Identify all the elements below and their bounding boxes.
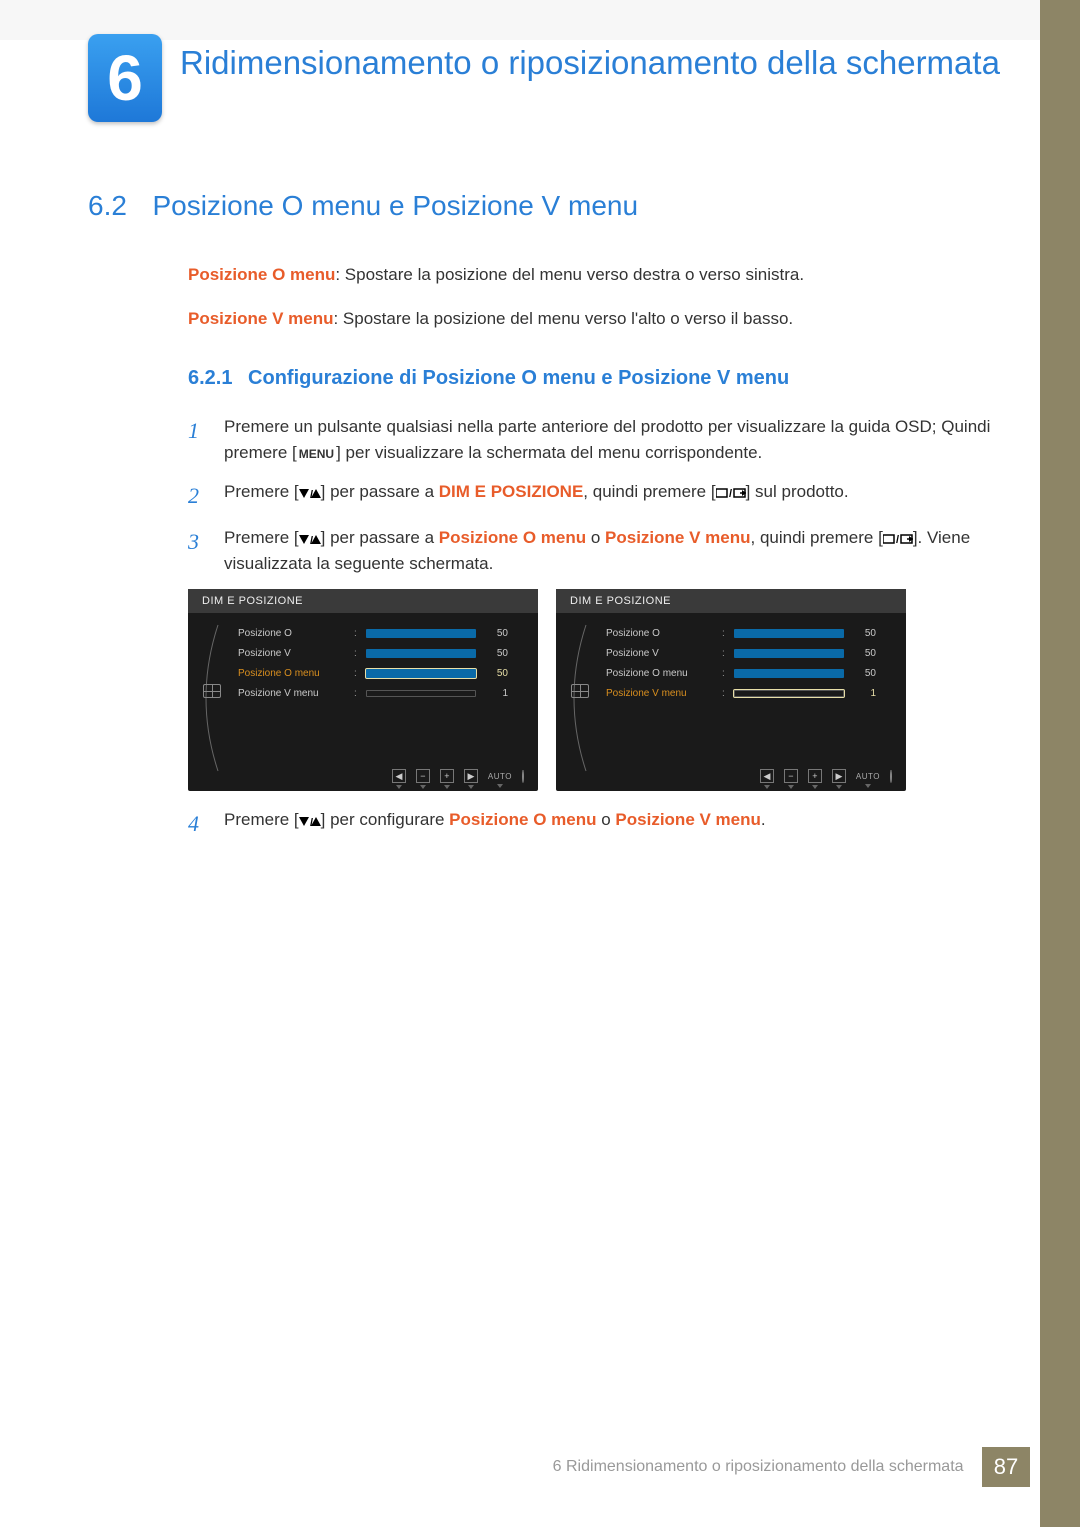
step-3: 3 Premere [/] per passare a Posizione O …: [188, 525, 992, 578]
osd-row: Posizione O:50: [606, 623, 892, 643]
left-button-icon: ◀: [760, 769, 774, 783]
plus-button-icon: +: [808, 769, 822, 783]
down-up-triangle-icon: /: [299, 482, 321, 501]
step-1: 1 Premere un pulsante qualsiasi nella pa…: [188, 414, 992, 467]
osd-row: Posizione V:50: [606, 643, 892, 663]
osd-controls: ◀ − + ▶ AUTO: [760, 769, 892, 783]
arc-icon: [200, 623, 236, 773]
page-number: 87: [982, 1447, 1030, 1487]
chapter-badge: 6: [88, 34, 162, 122]
step-3-emphasis-2: Posizione V menu: [605, 528, 750, 547]
osd-row: Posizione V menu:1: [238, 683, 524, 703]
osd-screenshots: DIM E POSIZIONE Posizione O:50 Posizione…: [188, 589, 992, 791]
grid-icon: [571, 684, 589, 698]
arc-icon: [568, 623, 604, 773]
section-heading: 6.2 Posizione O menu e Posizione V menu: [88, 190, 992, 222]
power-icon: [522, 770, 524, 783]
osd-row-selected: Posizione O menu:50: [238, 663, 524, 683]
step-4-emphasis-2: Posizione V menu: [615, 810, 760, 829]
chapter-title: Ridimensionamento o riposizionamento del…: [180, 42, 1000, 83]
section-number: 6.2: [88, 190, 148, 222]
svg-text:/: /: [896, 534, 899, 545]
intro-1-emphasis: Posizione O menu: [188, 265, 335, 284]
auto-label: AUTO: [856, 772, 880, 781]
step-number: 1: [188, 414, 224, 467]
power-icon: [890, 770, 892, 783]
step-4: 4 Premere [/] per configurare Posizione …: [188, 807, 992, 841]
page-footer: 6 Ridimensionamento o riposizionamento d…: [0, 1447, 1030, 1487]
section-title: Posizione O menu e Posizione V menu: [152, 190, 638, 221]
step-2: 2 Premere [/] per passare a DIM E POSIZI…: [188, 479, 992, 513]
osd-row-selected: Posizione V menu:1: [606, 683, 892, 703]
down-up-triangle-icon: /: [299, 810, 321, 829]
step-number: 4: [188, 807, 224, 841]
osd-row: Posizione O menu:50: [606, 663, 892, 683]
rect-pair-icon: /: [716, 482, 746, 501]
osd-side-indicator: [566, 623, 594, 759]
minus-button-icon: −: [416, 769, 430, 783]
rect-pair-icon: /: [883, 528, 913, 547]
menu-key-label: MENU: [297, 445, 336, 464]
osd-list: Posizione O:50 Posizione V:50 Posizione …: [226, 623, 524, 759]
auto-label: AUTO: [488, 772, 512, 781]
osd-row: Posizione V:50: [238, 643, 524, 663]
down-up-triangle-icon: /: [299, 528, 321, 547]
osd-panel-right: DIM E POSIZIONE Posizione O:50 Posizione…: [556, 589, 906, 791]
step-4-emphasis-1: Posizione O menu: [449, 810, 596, 829]
osd-title: DIM E POSIZIONE: [556, 589, 906, 613]
step-number: 3: [188, 525, 224, 578]
step-2-emphasis: DIM E POSIZIONE: [439, 482, 584, 501]
step-3-emphasis-1: Posizione O menu: [439, 528, 586, 547]
side-bar: [1040, 0, 1080, 1527]
intro-paragraph-2: Posizione V menu: Spostare la posizione …: [188, 306, 992, 332]
right-button-icon: ▶: [464, 769, 478, 783]
left-button-icon: ◀: [392, 769, 406, 783]
steps-list-cont: 4 Premere [/] per configurare Posizione …: [188, 807, 992, 841]
svg-text:/: /: [729, 488, 732, 499]
content-area: 6.2 Posizione O menu e Posizione V menu …: [88, 190, 992, 854]
right-button-icon: ▶: [832, 769, 846, 783]
grid-icon: [203, 684, 221, 698]
plus-button-icon: +: [440, 769, 454, 783]
subsection-heading: 6.2.1 Configurazione di Posizione O menu…: [188, 367, 992, 390]
osd-controls: ◀ − + ▶ AUTO: [392, 769, 524, 783]
step-number: 2: [188, 479, 224, 513]
osd-panel-left: DIM E POSIZIONE Posizione O:50 Posizione…: [188, 589, 538, 791]
steps-list: 1 Premere un pulsante qualsiasi nella pa…: [188, 414, 992, 577]
osd-list: Posizione O:50 Posizione V:50 Posizione …: [594, 623, 892, 759]
minus-button-icon: −: [784, 769, 798, 783]
osd-title: DIM E POSIZIONE: [188, 589, 538, 613]
intro-paragraph-1: Posizione O menu: Spostare la posizione …: [188, 262, 992, 288]
top-bar: [0, 0, 1080, 40]
subsection-number: 6.2.1: [188, 367, 232, 389]
intro-2-emphasis: Posizione V menu: [188, 309, 333, 328]
subsection-title: Configurazione di Posizione O menu e Pos…: [248, 367, 789, 389]
osd-side-indicator: [198, 623, 226, 759]
footer-text: 6 Ridimensionamento o riposizionamento d…: [553, 1458, 964, 1476]
osd-row: Posizione O:50: [238, 623, 524, 643]
